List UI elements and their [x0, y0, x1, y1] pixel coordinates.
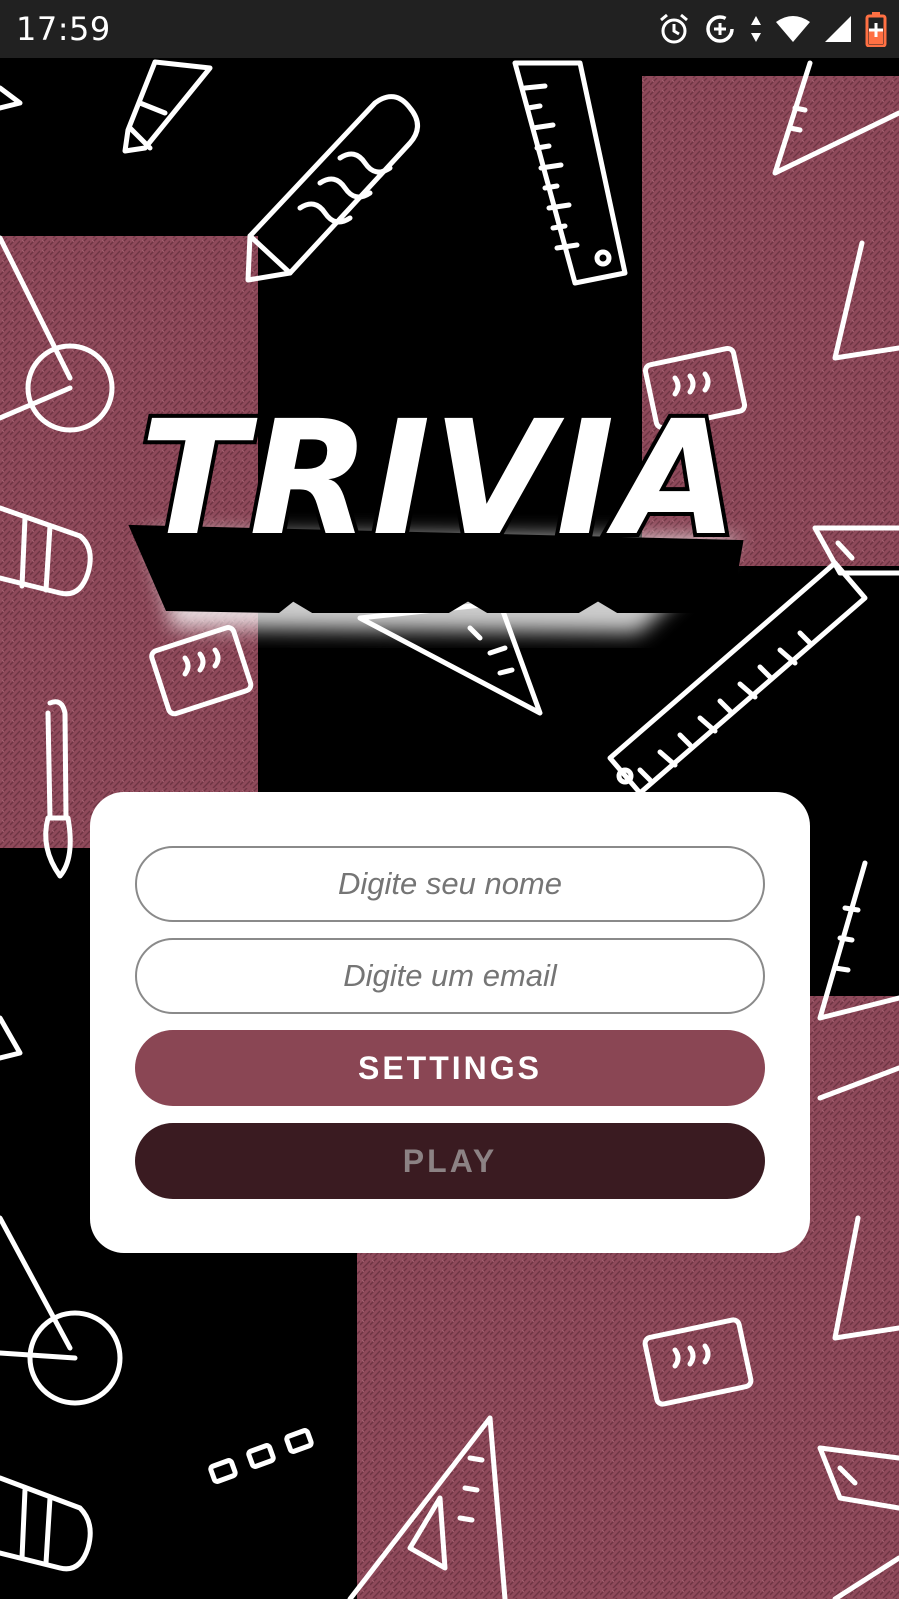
signal-icon [825, 16, 851, 42]
login-card: SETTINGS PLAY [90, 792, 810, 1253]
compass-doodle [0, 1215, 123, 1406]
pencil-doodle [122, 59, 213, 154]
email-input[interactable] [135, 938, 765, 1014]
chain-doodle [208, 1428, 314, 1484]
data-saver-icon [706, 15, 734, 43]
ruler-doodle [512, 60, 628, 286]
pink-block [357, 1230, 899, 1599]
settings-button[interactable]: SETTINGS [135, 1030, 765, 1106]
alarm-icon [660, 13, 688, 44]
status-icons [657, 8, 887, 50]
triangle-doodle [0, 85, 23, 111]
triangle-doodle [0, 1015, 23, 1061]
data-arrows-icon [751, 16, 761, 42]
status-time: 17:59 [16, 10, 111, 48]
wifi-icon [776, 16, 810, 42]
crayon-doodle [245, 94, 420, 283]
battery-charging-icon [865, 12, 887, 47]
trivia-logo: TRIVIA [128, 383, 758, 648]
eraser-doodle [0, 1475, 93, 1572]
status-bar: 17:59 [0, 0, 899, 58]
logo-text: TRIVIA [140, 398, 740, 571]
play-button[interactable]: PLAY [135, 1123, 765, 1199]
name-input[interactable] [135, 846, 765, 922]
